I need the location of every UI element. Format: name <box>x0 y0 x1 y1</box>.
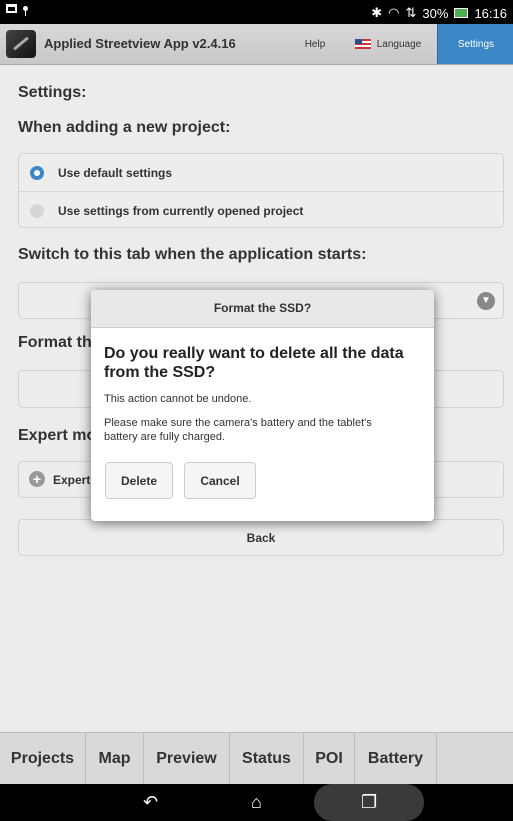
expert-mode-label: Expert mo <box>18 427 97 444</box>
chevron-down-icon: ▼ <box>477 292 495 310</box>
format-label: Format th <box>18 334 92 351</box>
help-button[interactable]: Help <box>290 24 340 64</box>
language-label: Language <box>376 38 422 50</box>
language-button[interactable]: Language <box>340 24 436 64</box>
system-nav-bar: ↶ ⌂ ❐ <box>0 784 513 821</box>
format-ssd-dialog: Format the SSD? Do you really want to de… <box>91 290 434 521</box>
location-pin-icon <box>23 6 28 16</box>
tab-map[interactable]: Map <box>86 733 144 785</box>
settings-tab-button[interactable]: Settings <box>437 24 513 64</box>
expert-button-label: Expert <box>53 473 91 487</box>
tab-status[interactable]: Status <box>230 733 304 785</box>
back-button[interactable]: Back <box>18 519 504 556</box>
bluetooth-icon: ✱ <box>371 5 383 20</box>
clock: 16:16 <box>474 5 507 21</box>
status-bar: ✱ ◠ ⇅ 30% 16:16 <box>0 0 513 24</box>
battery-percent: 30% <box>422 5 449 21</box>
app-logo-icon <box>6 30 36 58</box>
battery-icon <box>454 8 469 18</box>
recents-icon[interactable]: ❐ <box>361 792 377 812</box>
page-title: Settings: <box>18 84 87 101</box>
plus-circle-icon: + <box>29 471 45 487</box>
dialog-question: Do you really want to delete all the dat… <box>104 345 404 381</box>
bottom-tab-bar: Projects Map Preview Status POI Battery <box>0 732 513 785</box>
data-arrows-icon: ⇅ <box>405 5 417 20</box>
option-current-label: Use settings from currently opened proje… <box>58 203 304 218</box>
startup-tab-label: Switch to this tab when the application … <box>18 246 367 263</box>
back-arrow-icon[interactable]: ↶ <box>143 792 158 812</box>
tab-preview[interactable]: Preview <box>144 733 230 785</box>
option-default-settings[interactable]: Use default settings <box>19 154 503 191</box>
delete-button[interactable]: Delete <box>105 462 173 499</box>
option-default-label: Use default settings <box>58 165 173 180</box>
screenshot-icon <box>6 4 17 13</box>
us-flag-icon <box>354 39 371 49</box>
dialog-instructions: Please make sure the camera's battery an… <box>104 417 372 443</box>
app-title: Applied Streetview App v2.4.16 <box>44 36 236 51</box>
cancel-button[interactable]: Cancel <box>184 462 256 499</box>
new-project-options: Use default settings Use settings from c… <box>18 153 504 228</box>
dialog-warning: This action cannot be undone. <box>104 393 252 405</box>
tab-poi[interactable]: POI <box>304 733 355 785</box>
wifi-icon: ◠ <box>388 5 400 20</box>
radio-unselected-icon <box>30 203 44 218</box>
app-header: Applied Streetview App v2.4.16 Help Lang… <box>0 24 513 65</box>
new-project-label: When adding a new project: <box>18 119 231 136</box>
back-button-label: Back <box>246 531 276 545</box>
dialog-title: Format the SSD? <box>91 290 434 328</box>
tab-battery[interactable]: Battery <box>355 733 437 785</box>
tab-projects[interactable]: Projects <box>0 733 86 785</box>
home-icon[interactable]: ⌂ <box>251 792 262 812</box>
option-current-project-settings[interactable]: Use settings from currently opened proje… <box>19 192 503 229</box>
radio-selected-icon <box>30 165 44 180</box>
